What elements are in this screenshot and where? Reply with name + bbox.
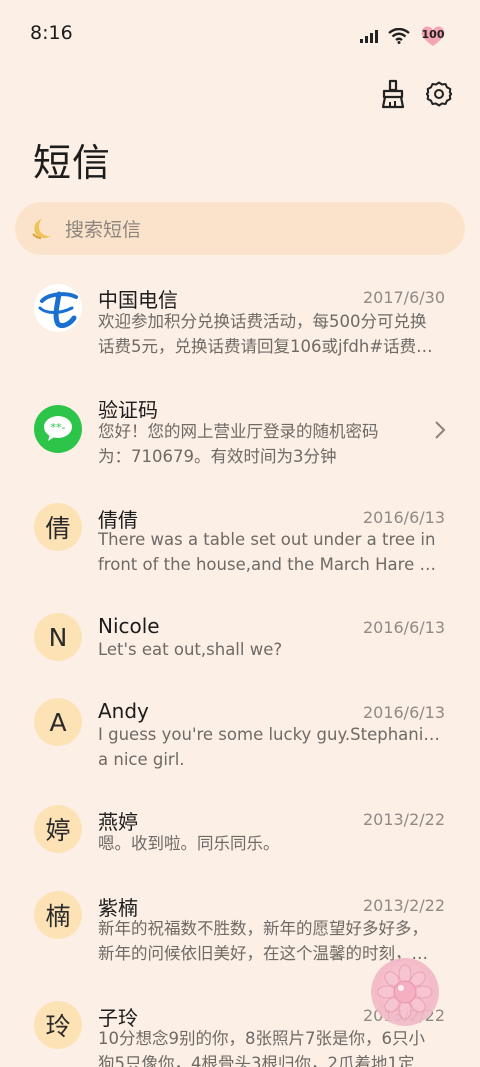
contact-avatar: 玲 bbox=[34, 1001, 82, 1049]
page-title: 短信 bbox=[33, 141, 112, 185]
search-bar[interactable]: 搜索短信 bbox=[15, 202, 465, 255]
conversation-date: 2013/2/22 bbox=[362, 896, 445, 915]
telecom-logo-icon bbox=[38, 291, 78, 329]
chevron-right-icon bbox=[435, 421, 446, 439]
preview-line: 嗯。收到啦。同乐同乐。 bbox=[98, 834, 280, 853]
conversation-preview: 嗯。收到啦。同乐同乐。 bbox=[98, 832, 446, 857]
search-icon bbox=[32, 218, 51, 239]
conversation-name: Nicole bbox=[98, 614, 160, 638]
preview-line: 新年的祝福数不胜数，新年的愿望好多好多， bbox=[98, 919, 428, 938]
conversation-preview: I guess you're some lucky guy.Stephanie … bbox=[98, 723, 446, 772]
preview-line: Let's eat out,shall we? bbox=[98, 640, 283, 659]
conversation-preview: There was a table set out under a tree i… bbox=[98, 528, 446, 577]
conversation-date: 2016/6/13 bbox=[362, 508, 445, 527]
conversation-row[interactable]: 倩 倩倩 2016/6/13 There was a table set out… bbox=[0, 488, 480, 598]
contact-avatar: 倩 bbox=[34, 503, 82, 551]
status-bar: 8:16 100 bbox=[0, 0, 480, 68]
preview-line: a nice girl. bbox=[98, 749, 185, 769]
conversation-preview: 10分想念9别的你，8张照片7张是你，6只小 狗5只像你，4根骨头3根归你，2爪… bbox=[98, 1027, 446, 1067]
preview-line: 狗5只像你，4根骨头3根归你，2爪着地1定 bbox=[98, 1053, 415, 1067]
conversation-row[interactable]: A Andy 2016/6/13 I guess you're some luc… bbox=[0, 683, 480, 793]
status-icons: 100 bbox=[360, 24, 446, 48]
conversation-preview: 欢迎参加积分兑换话费活动，每500分可兑换 话费5元，兑换话费请回复106或jf… bbox=[98, 310, 446, 359]
search-placeholder: 搜索短信 bbox=[65, 219, 142, 241]
preview-line: I guess you're some lucky guy.Stephanie … bbox=[98, 725, 446, 744]
preview-line: 话费5元，兑换话费请回复106或jfdh#话费… bbox=[98, 336, 433, 356]
conversation-row[interactable]: 婷 燕婷 2013/2/22 嗯。收到啦。同乐同乐。 bbox=[0, 793, 480, 879]
conversation-preview: 您好！您的网上营业厅登录的随机密码 为：710679。有效时间为3分钟 bbox=[98, 420, 418, 469]
contact-avatar: 婷 bbox=[34, 805, 82, 853]
clean-brush-button[interactable] bbox=[378, 78, 408, 110]
conversation-name: Andy bbox=[98, 699, 149, 723]
conversation-row[interactable]: 中国电信 2017/6/30 欢迎参加积分兑换话费活动，每500分可兑换 话费5… bbox=[0, 268, 480, 378]
message-app-avatar: **- bbox=[34, 405, 82, 453]
conversation-name: 中国电信 bbox=[98, 288, 178, 312]
preview-line: 为：710679。有效时间为3分钟 bbox=[98, 446, 337, 466]
compose-button[interactable] bbox=[371, 958, 439, 1026]
conversation-name: 燕婷 bbox=[98, 810, 138, 834]
conversation-row[interactable]: N Nicole 2016/6/13 Let's eat out,shall w… bbox=[0, 598, 480, 683]
contact-avatar: N bbox=[34, 613, 82, 661]
preview-line: 您好！您的网上营业厅登录的随机密码 bbox=[98, 422, 379, 441]
settings-button[interactable] bbox=[424, 78, 454, 110]
battery-icon: 100 bbox=[420, 24, 446, 48]
contact-avatar: A bbox=[34, 698, 82, 746]
wifi-icon bbox=[388, 28, 410, 44]
conversation-row[interactable]: **- 验证码 您好！您的网上营业厅登录的随机密码 为：710679。有效时间为… bbox=[0, 378, 480, 488]
preview-line: front of the house,and the March Hare an… bbox=[98, 554, 446, 574]
battery-level: 100 bbox=[421, 28, 445, 41]
conversation-preview: Let's eat out,shall we? bbox=[98, 638, 446, 663]
telecom-logo-avatar bbox=[34, 284, 82, 332]
gear-icon bbox=[426, 81, 452, 107]
conversation-date: 2016/6/13 bbox=[362, 703, 445, 722]
signal-icon bbox=[360, 30, 378, 43]
status-time: 8:16 bbox=[30, 22, 73, 44]
preview-line: 10分想念9别的你，8张照片7张是你，6只小 bbox=[98, 1029, 425, 1048]
toolbar bbox=[378, 78, 454, 110]
preview-line: 欢迎参加积分兑换话费活动，每500分可兑换 bbox=[98, 312, 427, 331]
svg-text:**-: **- bbox=[51, 421, 66, 434]
conversation-date: 2013/2/22 bbox=[362, 810, 445, 829]
preview-line: There was a table set out under a tree i… bbox=[98, 530, 436, 549]
flower-compose-icon bbox=[377, 964, 433, 1020]
conversation-date: 2016/6/13 bbox=[362, 618, 445, 637]
message-bubble-icon: **- bbox=[44, 416, 72, 441]
contact-avatar: 楠 bbox=[34, 891, 82, 939]
brush-icon bbox=[381, 79, 405, 109]
conversation-name: 验证码 bbox=[98, 398, 158, 422]
conversation-date: 2017/6/30 bbox=[362, 288, 445, 307]
